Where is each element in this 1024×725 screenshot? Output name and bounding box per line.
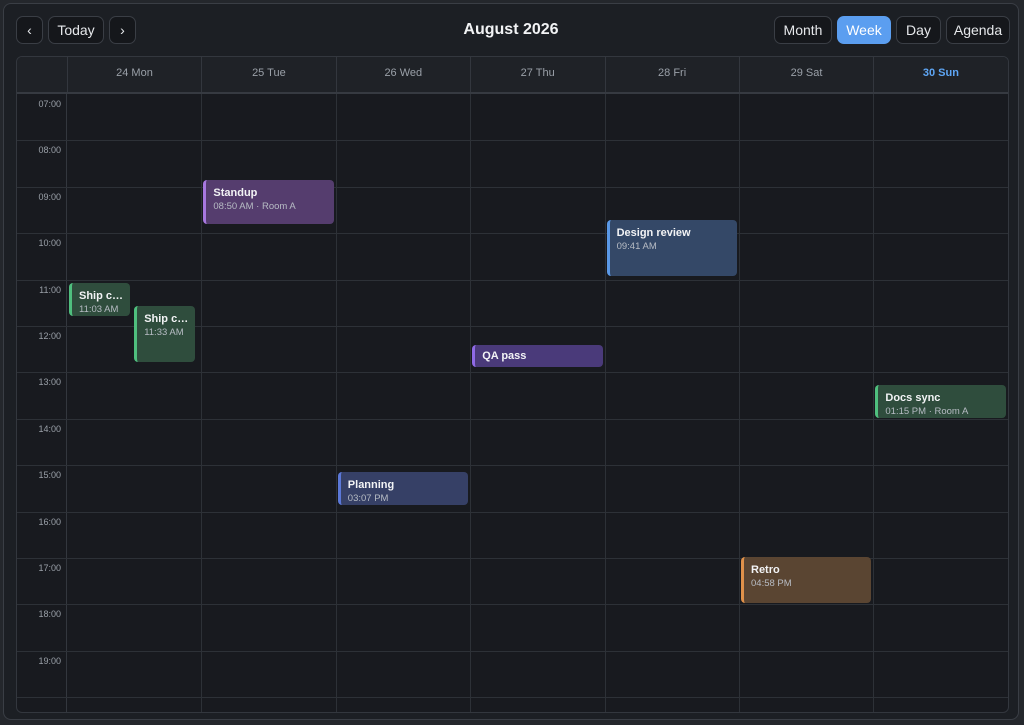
hour-gridline	[17, 279, 1008, 281]
hour-label: 09:00	[38, 191, 61, 202]
day-header-3[interactable]: 27 Thu	[470, 57, 604, 92]
day-header-6[interactable]: 30 Sun	[873, 57, 1007, 92]
hour-label: 16:00	[38, 516, 61, 527]
view-day-button[interactable]: Day	[896, 16, 941, 44]
event-time: 04:58 PM	[751, 578, 792, 590]
event-time: 08:50 AM · Room A	[213, 201, 296, 213]
day-header-0[interactable]: 24 Mon	[67, 57, 201, 92]
hour-label: 12:00	[38, 331, 61, 341]
view-week-button[interactable]: Week	[837, 16, 891, 44]
week-grid: 24 Mon 25 Tue 26 Wed 27 Thu 28 Fri 29 Sat 30 S…	[16, 56, 1009, 713]
day-column-divider	[201, 94, 203, 712]
hour-label: 11:00	[39, 284, 61, 295]
hour-gridline	[17, 697, 1008, 699]
event-title: Ship ch...	[144, 313, 190, 326]
hour-gridline	[17, 186, 1008, 188]
hour-gridline	[17, 140, 1008, 142]
day-header-2[interactable]: 26 Wed	[335, 57, 470, 92]
calendar-toolbar: ‹ Today › August 2026 Month Week Day Age…	[16, 16, 1010, 48]
event-time: 09:41 AM	[616, 240, 657, 252]
hour-label: 10:00	[38, 238, 61, 249]
calendar-event[interactable]: Design review 09:41 AM	[606, 219, 737, 276]
calendar-event[interactable]: Ship ch... 11:33 AM	[134, 306, 196, 363]
event-time: 03:07 PM	[347, 492, 389, 504]
hour-label: 08:00	[38, 145, 61, 156]
calendar-event[interactable]: Standup 08:50 AM · Room A	[203, 180, 334, 225]
calendar-event[interactable]: Docs sync 01:15 PM · Room A	[875, 385, 1006, 418]
event-title: Standup	[213, 187, 258, 200]
event-title: Retro	[751, 564, 780, 577]
event-title: Docs sync	[885, 392, 941, 404]
event-title: QA pass	[482, 349, 527, 362]
hour-label: 07:00	[38, 99, 61, 109]
day-column-divider	[470, 94, 472, 712]
event-time: 11:33 AM	[144, 327, 184, 339]
calendar-event[interactable]: Planning 03:07 PM	[337, 471, 469, 506]
day-column-divider	[604, 94, 606, 712]
day-column-divider	[873, 94, 875, 712]
time-grid-body: 07:00 08:00 09:00 10:00 11:00 12:00 13:00 14:00…	[17, 94, 1008, 712]
header-corner	[17, 57, 67, 92]
hour-gridline	[17, 418, 1008, 420]
hour-label: 18:00	[38, 609, 61, 620]
day-column-divider	[335, 94, 337, 712]
hour-gridline	[17, 604, 1008, 606]
day-header-row: 24 Mon 25 Tue 26 Wed 27 Thu 28 Fri 29 Sat 30 S…	[17, 57, 1008, 94]
event-time: 11:03 AM	[79, 303, 119, 315]
hour-gridline	[17, 372, 1008, 374]
chevron-left-icon: ‹	[27, 22, 32, 38]
view-month-button[interactable]: Month	[774, 16, 832, 44]
event-time: 01:15 PM · Room A	[885, 406, 969, 417]
day-header-4[interactable]: 28 Fri	[604, 57, 739, 92]
day-column-divider	[739, 94, 740, 712]
calendar-event[interactable]: Ship ch... 11:03 AM	[69, 282, 131, 316]
day-header-1[interactable]: 25 Tue	[201, 57, 335, 92]
hour-gridline	[17, 650, 1008, 652]
today-button[interactable]: Today	[48, 16, 104, 44]
hour-gridline	[17, 465, 1008, 467]
hour-label: 19:00	[38, 655, 61, 666]
hour-label: 14:00	[38, 423, 61, 434]
hour-gridline	[17, 233, 1008, 235]
event-title: Ship ch...	[79, 289, 125, 302]
hour-label: 15:00	[38, 470, 61, 481]
calendar-event[interactable]: QA pass	[472, 344, 603, 367]
event-title: Design review	[616, 226, 691, 239]
event-title: Planning	[347, 478, 395, 491]
chevron-right-icon: ›	[120, 22, 125, 38]
day-header-5[interactable]: 29 Sat	[739, 57, 873, 92]
hour-label: 17:00	[38, 563, 61, 573]
hour-label: 13:00	[38, 377, 61, 388]
calendar-window: ‹ Today › August 2026 Month Week Day Age…	[3, 3, 1019, 720]
calendar-event[interactable]: Retro 04:58 PM	[741, 557, 872, 604]
prev-button[interactable]: ‹	[16, 16, 43, 44]
next-button[interactable]: ›	[109, 16, 136, 44]
view-agenda-button[interactable]: Agenda	[946, 16, 1010, 44]
hour-gridline	[17, 511, 1008, 513]
